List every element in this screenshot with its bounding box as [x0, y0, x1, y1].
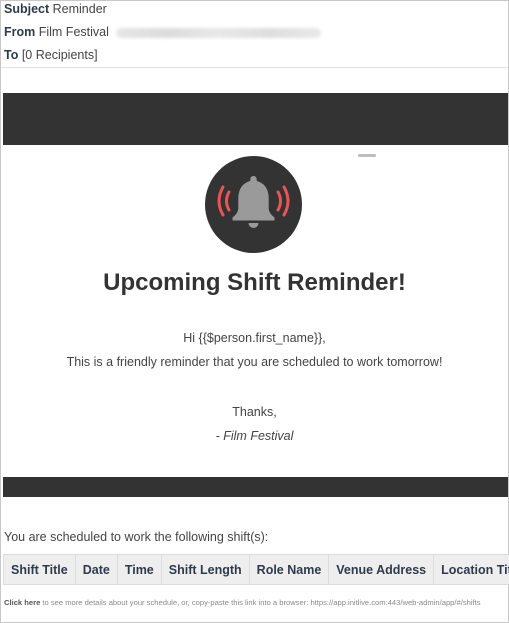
signature: - Film Festival — [215, 429, 294, 443]
column-header: Location Title — [433, 554, 509, 585]
to-row: To [0 Recipients] — [4, 48, 98, 62]
footer-text: Click here to see more details about you… — [4, 598, 481, 607]
column-header: Role Name — [248, 554, 330, 585]
to-label: To — [4, 48, 19, 62]
shifts-table-header: Shift Title Date Time Shift Length Role … — [3, 554, 509, 585]
click-here-link[interactable]: Click here — [4, 598, 40, 607]
from-name: Film Festival — [38, 25, 109, 39]
greeting: Hi {{$person.first_name}}, — [183, 331, 326, 345]
reminder-message: This is a friendly reminder that you are… — [66, 355, 443, 369]
column-header: Venue Address — [328, 554, 435, 585]
email-banner-bottom — [3, 477, 508, 497]
subject-label: Subject — [4, 2, 50, 16]
column-header: Time — [116, 554, 162, 585]
image-artifact — [358, 154, 376, 157]
from-address-redacted — [116, 27, 322, 38]
email-banner-top — [3, 93, 508, 145]
column-header: Shift Title — [3, 554, 76, 585]
shifts-intro: You are scheduled to work the following … — [4, 530, 269, 544]
column-header: Date — [74, 554, 118, 585]
from-label: From — [4, 25, 36, 39]
thanks-text: Thanks, — [232, 405, 277, 419]
shifts-table: Shift Title Date Time Shift Length Role … — [3, 554, 509, 585]
email-title: Upcoming Shift Reminder! — [103, 269, 406, 296]
bell-ringing-icon — [217, 176, 290, 228]
to-value: [0 Recipients] — [21, 48, 98, 62]
column-header: Shift Length — [160, 554, 250, 585]
footer-instructions: to see more details about your schedule,… — [40, 598, 481, 607]
subject-value: Reminder — [52, 2, 107, 16]
bell-badge — [205, 156, 302, 253]
from-row: From Film Festival — [4, 25, 322, 39]
header-divider — [1, 67, 508, 68]
subject-row: Subject Reminder — [4, 2, 107, 16]
